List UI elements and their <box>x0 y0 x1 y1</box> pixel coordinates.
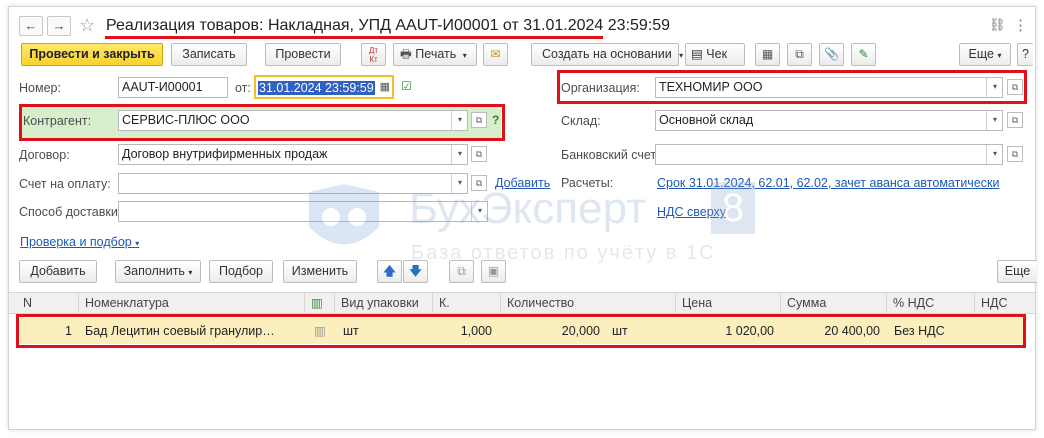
title-underline <box>105 36 603 39</box>
col-pack[interactable]: Вид упаковки <box>334 293 432 313</box>
printer-icon: 🖶 <box>400 47 412 61</box>
calendar-icon[interactable]: ▦ <box>380 78 390 97</box>
create-based-on-button[interactable]: Создать на основании ▾ <box>531 43 683 66</box>
more-menu-icon[interactable]: ⋮ <box>1013 16 1028 34</box>
chevron-down-icon: ▾ <box>679 51 684 60</box>
back-button[interactable]: ← <box>19 16 43 36</box>
contract-value: Договор внутрифирменных продаж <box>122 147 328 161</box>
dtkt-icon[interactable]: Дт Кт <box>361 43 386 66</box>
arrow-right-icon: → <box>52 18 66 33</box>
table-change-button[interactable]: Изменить <box>283 260 357 283</box>
paste-icon[interactable]: ▣ <box>481 260 506 283</box>
open-icon[interactable]: ⧉ <box>471 146 487 162</box>
warehouse-field[interactable]: Основной склад ▾ <box>655 110 1003 131</box>
move-down-icon[interactable]: 🡇 <box>403 260 428 283</box>
chevron-down-icon: ▾ <box>462 51 467 60</box>
col-vat[interactable]: НДС <box>974 293 1035 313</box>
chevron-down-icon: ▾ <box>997 51 1002 60</box>
table-header: N Номенклатура ▥ Вид упаковки К. Количес… <box>9 292 1035 314</box>
dropdown-arrow-icon[interactable]: ▾ <box>451 174 467 193</box>
table-more-button[interactable]: Еще <box>997 260 1037 283</box>
row-highlight <box>16 314 1026 348</box>
chevron-down-icon: ▾ <box>135 239 140 248</box>
col-item[interactable]: Номенклатура <box>78 293 304 313</box>
post-and-close-button[interactable]: Провести и закрыть <box>21 43 163 66</box>
create-based-label: Создать на основании <box>542 47 672 61</box>
help-button[interactable]: ? <box>1017 43 1033 66</box>
chevron-down-icon: ▾ <box>188 268 193 277</box>
date-from-label: от: <box>235 81 251 95</box>
move-up-icon[interactable]: 🡅 <box>377 260 402 283</box>
more-button[interactable]: Еще ▾ <box>959 43 1011 66</box>
delivery-label: Способ доставки: <box>19 205 122 219</box>
settlements-link[interactable]: Срок 31.01.2024, 62.01, 62.02, зачет ава… <box>657 176 999 190</box>
forward-button[interactable]: → <box>47 16 71 36</box>
more-label: Еще <box>968 47 994 61</box>
open-icon[interactable]: ⧉ <box>1007 146 1023 162</box>
invoice-field[interactable]: ▾ <box>118 173 468 194</box>
fill-label: Заполнить <box>123 264 185 278</box>
open-icon[interactable]: ⧉ <box>471 175 487 191</box>
invoice-label: Счет на оплату: <box>19 177 111 191</box>
bank-account-field[interactable]: ▾ <box>655 144 1003 165</box>
page-title: Реализация товаров: Накладная, УПД AAUT-… <box>106 17 671 34</box>
date-value: 31.01.2024 23:59:59 <box>258 81 375 95</box>
contract-label: Договор: <box>19 148 70 162</box>
arrow-left-icon: ← <box>24 18 38 33</box>
edit-sign-icon[interactable]: ✎ <box>851 43 876 66</box>
cash-register-icon: ▤ <box>691 47 703 61</box>
org-highlight <box>557 70 1027 104</box>
document-window: ← → ☆ Реализация товаров: Накладная, УПД… <box>8 6 1037 430</box>
col-vat-rate[interactable]: % НДС <box>886 293 974 313</box>
col-price[interactable]: Цена <box>675 293 780 313</box>
check-and-pick-link[interactable]: Проверка и подбор ▾ <box>20 235 139 249</box>
favorite-star-icon[interactable]: ☆ <box>79 15 95 36</box>
col-n[interactable]: N <box>9 293 69 313</box>
post-button[interactable]: Провести <box>265 43 341 66</box>
cheque-button[interactable]: ▤ Чек <box>685 43 745 66</box>
col-sum[interactable]: Сумма <box>780 293 886 313</box>
add-invoice-link[interactable]: Добавить <box>495 176 550 190</box>
dropdown-arrow-icon[interactable]: ▾ <box>451 145 467 164</box>
journal-icon[interactable]: ▦ <box>755 43 780 66</box>
bank-account-label: Банковский счет: <box>561 148 660 162</box>
dropdown-arrow-icon[interactable]: ▾ <box>986 145 1002 164</box>
warehouse-value: Основной склад <box>659 113 754 127</box>
save-button[interactable]: Записать <box>171 43 247 66</box>
table-fill-button[interactable]: Заполнить ▾ <box>115 260 201 283</box>
dropdown-arrow-icon[interactable]: ▾ <box>986 111 1002 130</box>
watermark: БухЭксперт 8 База ответов по учёту в 1С <box>299 182 769 272</box>
date-edit-icon[interactable]: ☑ <box>401 79 412 93</box>
delivery-field[interactable]: ▾ <box>118 201 488 222</box>
check-and-pick-label: Проверка и подбор <box>20 235 132 249</box>
col-qty[interactable]: Количество <box>500 293 675 313</box>
date-field[interactable]: 31.01.2024 23:59:59 ▦ <box>254 75 394 99</box>
attachment-icon[interactable]: 📎 <box>819 43 844 66</box>
copy-icon[interactable]: ⧉ <box>449 260 474 283</box>
print-button[interactable]: 🖶 Печать ▾ <box>393 43 477 66</box>
email-icon[interactable]: ✉ <box>483 43 508 66</box>
structure-icon[interactable]: ⧉ <box>787 43 812 66</box>
barcode-icon[interactable]: ▥ <box>304 293 334 313</box>
print-label: Печать <box>415 47 457 61</box>
table-add-button[interactable]: Добавить <box>19 260 97 283</box>
contract-field[interactable]: Договор внутрифирменных продаж ▾ <box>118 144 468 165</box>
link-icon[interactable]: ⛓ <box>989 17 1006 33</box>
table-pick-button[interactable]: Подбор <box>209 260 273 283</box>
owl-logo-icon <box>309 184 379 245</box>
settlements-label: Расчеты: <box>561 176 614 190</box>
number-field[interactable]: AAUT-И00001 <box>118 77 228 98</box>
col-k[interactable]: К. <box>432 293 500 313</box>
dropdown-arrow-icon[interactable]: ▾ <box>471 202 487 221</box>
number-label: Номер: <box>19 81 61 95</box>
open-icon[interactable]: ⧉ <box>1007 112 1023 128</box>
contractor-highlight <box>19 104 505 141</box>
vat-link[interactable]: НДС сверху <box>657 205 726 219</box>
warehouse-label: Склад: <box>561 114 601 128</box>
cheque-label: Чек <box>706 47 728 61</box>
